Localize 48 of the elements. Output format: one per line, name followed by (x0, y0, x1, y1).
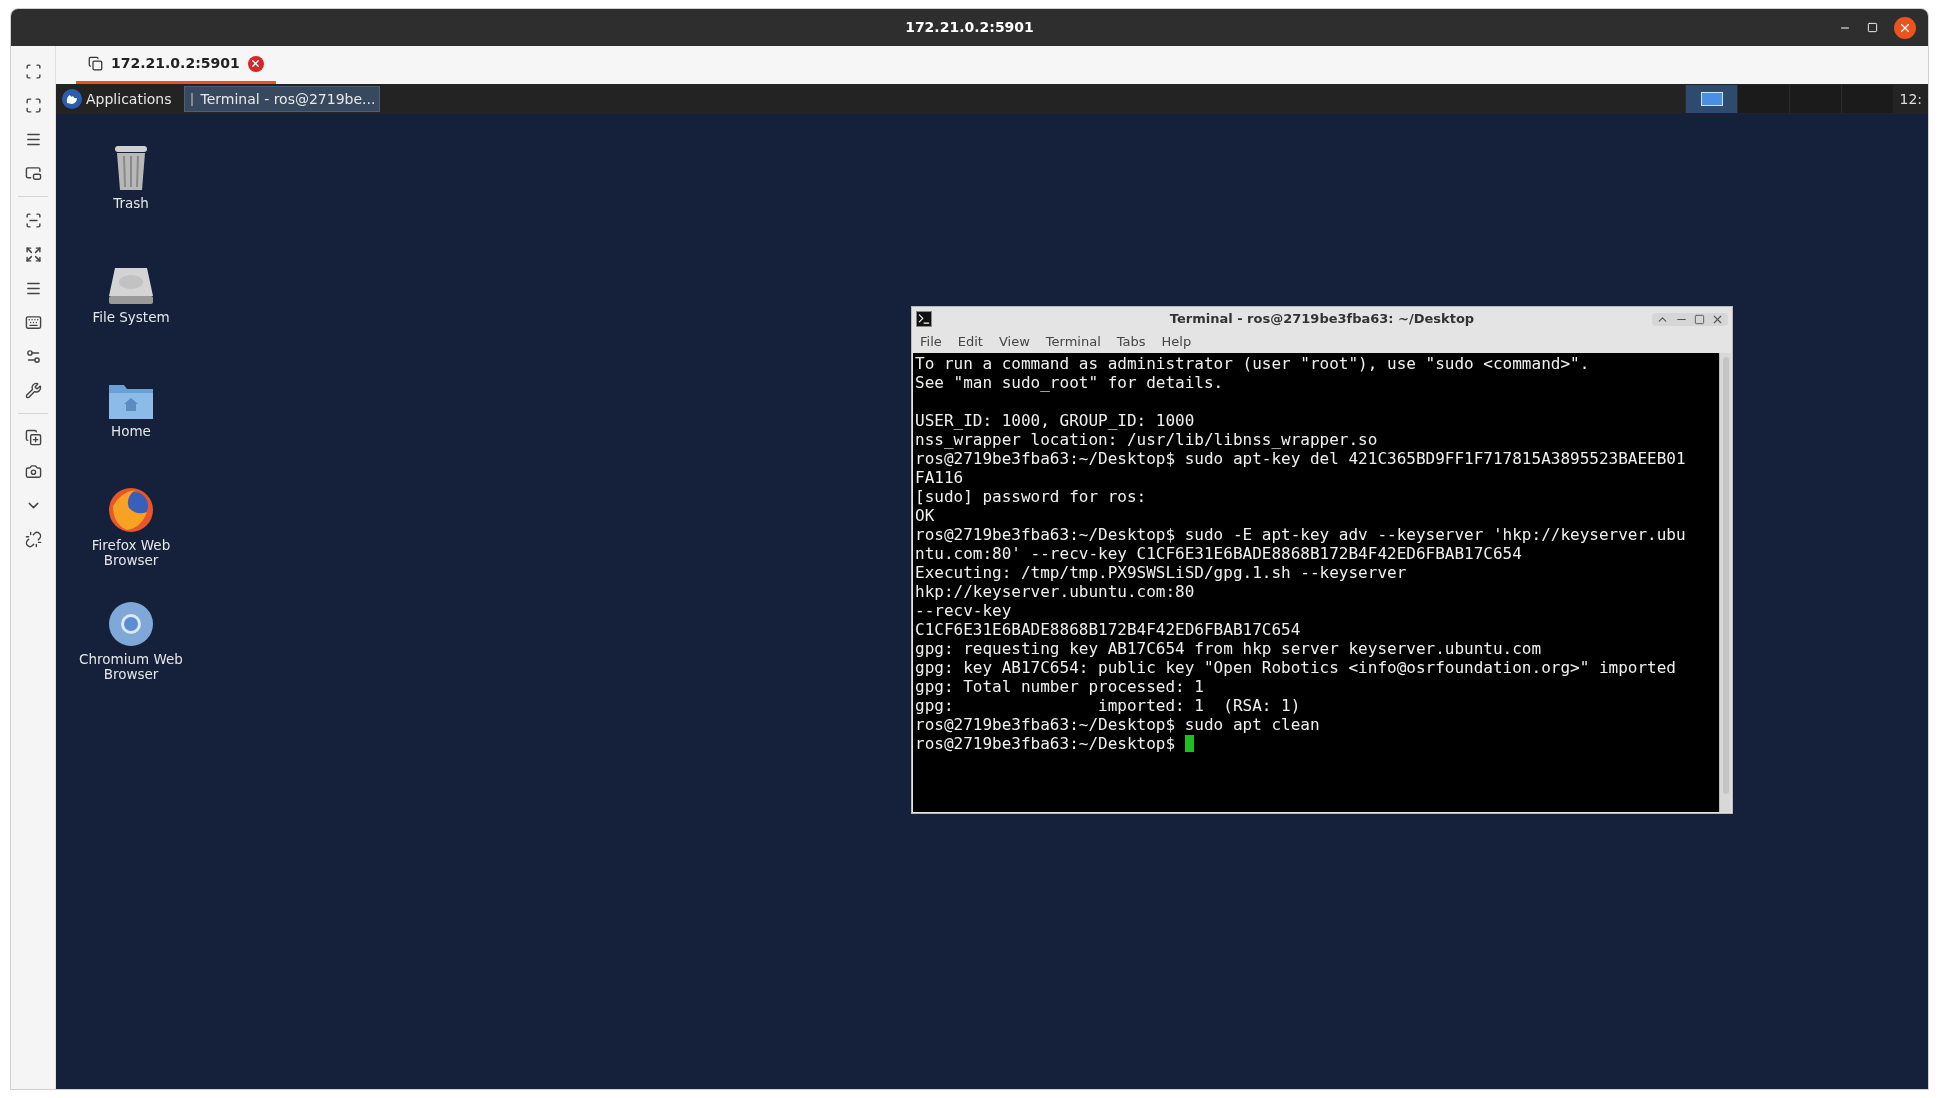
terminal-line: FA116 (915, 468, 964, 487)
terminal-line: gpg: requesting key AB17C654 from hkp server keyserver.ubuntu.com (915, 639, 1542, 658)
terminal-line: ros@2719be3fba63:~/Desktop$ sudo apt-key del 421C365BD9FF1F717815A3895523BAEEB01 (915, 449, 1686, 468)
mouse-logo-icon (62, 89, 82, 109)
browser-circle-icon (107, 600, 155, 648)
desktop-icon-label[interactable]: File System (76, 310, 186, 325)
clock: 12: (1898, 89, 1923, 109)
terminal-line: gpg: imported: 1 (RSA: 1) (915, 696, 1301, 715)
browser-globe-icon (107, 486, 155, 534)
terminal-line: gpg: key AB17C654: public key "Open Robotics <info@osrfoundation.org>" imported (915, 658, 1676, 677)
text-cursor (1184, 735, 1194, 752)
terminal-menu-item[interactable]: File (920, 332, 942, 352)
close-button[interactable] (1894, 16, 1916, 39)
windows-icon (88, 56, 103, 71)
desktop-icon-label[interactable]: Home (76, 424, 186, 439)
applications-menu[interactable]: Applications (56, 85, 184, 113)
terminal-menu-item[interactable]: Edit (957, 332, 983, 352)
terminal-menu-item[interactable]: Help (1161, 332, 1192, 352)
workspace-button[interactable] (1685, 85, 1738, 113)
terminal-line: OK (915, 506, 935, 525)
window-title: 172.21.0.2:5901 (905, 18, 1034, 37)
terminal-line: USER_ID: 1000, GROUP_ID: 1000 (915, 411, 1195, 430)
terminal-line: hkp://keyserver.ubuntu.com:80 (915, 582, 1195, 601)
desktop-icon-label[interactable]: Chromium Web Browser (76, 652, 186, 682)
terminal-menu-item[interactable]: View (998, 332, 1030, 352)
terminal-menu-item[interactable]: Terminal (1045, 332, 1101, 352)
terminal-line: See "man sudo_root" for details. (915, 373, 1224, 392)
trash-can-icon (113, 144, 149, 192)
terminal-menu-item[interactable]: Tabs (1116, 332, 1146, 352)
terminal-line: gpg: Total number processed: 1 (915, 677, 1204, 696)
desktop-icon-label[interactable]: Trash (76, 196, 186, 211)
home-folder-icon (108, 382, 154, 420)
terminal-line: ntu.com:80' --recv-key C1CF6E31E6BADE8868B172B4F42ED6FBAB17C654 (915, 544, 1522, 563)
workspace-window-icon (1700, 92, 1723, 106)
terminal-line: ros@2719be3fba63:~/Desktop$ sudo apt clean (915, 715, 1320, 734)
terminal-line: [sudo] password for ros: (915, 487, 1147, 506)
close-tab-icon[interactable] (247, 55, 264, 72)
terminal-title: Terminal - ros@2719be3fba63: ~/Desktop (1169, 310, 1475, 329)
hard-drive-icon (107, 266, 155, 306)
terminal-prompt: ros@2719be3fba63:~/Desktop$ (915, 734, 1177, 753)
taskbar-window-button[interactable]: Terminal - ros@2719be... (183, 86, 380, 112)
terminal-line: Executing: /tmp/tmp.PX9SWSLiSD/gpg.1.sh --keyserver (915, 563, 1407, 582)
desktop-icon-label[interactable]: Firefox Web Browser (76, 538, 186, 568)
terminal-line: ros@2719be3fba63:~/Desktop$ sudo -E apt-key adv --keyserver 'hkp://keyserver.ubu (915, 525, 1686, 544)
terminal-line: nss_wrapper location: /usr/lib/libnss_wrapper.so (915, 430, 1378, 449)
terminal-line: --recv-key (915, 601, 1012, 620)
terminal-line: C1CF6E31E6BADE8868B172B4F42ED6FBAB17C654 (915, 620, 1301, 639)
terminal-line: To run a command as administrator (user "root"), use "sudo <command>". (915, 354, 1590, 373)
